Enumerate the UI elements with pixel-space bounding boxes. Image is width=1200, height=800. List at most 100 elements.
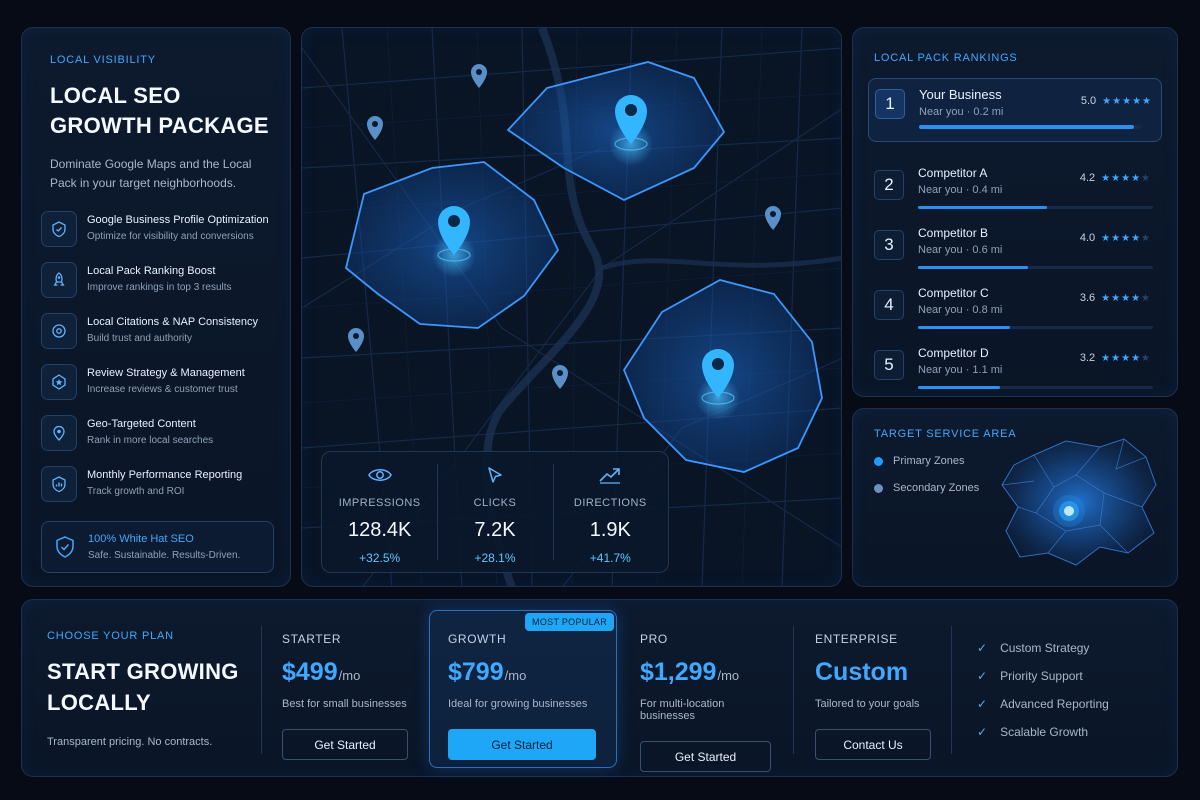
rank-number: 1: [875, 89, 905, 119]
feature-desc: Increase reviews & customer trust: [87, 384, 238, 395]
rating-value: 4.2: [1079, 172, 1096, 184]
plan-price: $499/mo: [282, 658, 408, 687]
service-area-panel: TARGET SERVICE AREA Primary Zones Second…: [852, 408, 1178, 587]
feature-item: Google Business Profile Optimization Opti…: [41, 211, 270, 262]
map-panel[interactable]: IMPRESSIONS 128.4K +32.5% CLICKS 7.2K +2…: [301, 27, 842, 587]
feature-title: Monthly Performance Reporting: [87, 469, 243, 481]
primary-zone-dot: [874, 456, 883, 466]
get-started-button[interactable]: Get Started: [640, 741, 771, 772]
feature-item: Monthly Performance Reporting Track growt…: [41, 466, 270, 517]
rank-rating: 3.6 ★★★★★: [1080, 292, 1151, 304]
checklist-label: Advanced Reporting: [1000, 697, 1109, 711]
rank-distance: Near you · 0.8 mi: [918, 304, 1003, 316]
rank-distance: Near you · 0.6 mi: [918, 244, 1003, 256]
checkmark-icon: ✓: [977, 669, 988, 683]
rank-bar-fill: [918, 386, 1001, 389]
feature-item: Local Pack Ranking Boost Improve rankings…: [41, 262, 270, 313]
ranking-row[interactable]: 3 Competitor B Near you · 0.6 mi 4.0 ★★★★★: [874, 220, 1161, 280]
map-pin-icon: [41, 415, 77, 451]
rank-bar: [918, 386, 1153, 389]
feature-title: Local Pack Ranking Boost: [87, 265, 216, 277]
divider: [261, 626, 262, 754]
plan-price: $799/mo: [448, 658, 596, 687]
checkmark-icon: ✓: [977, 697, 988, 711]
price-amount: $799: [448, 658, 504, 686]
feature-item: Local Citations & NAP Consistency Build t…: [41, 313, 270, 364]
service-area-map[interactable]: [996, 435, 1161, 570]
legend-label: Secondary Zones: [893, 482, 980, 494]
feature-title: Local Citations & NAP Consistency: [87, 316, 258, 328]
feature-title: Geo-Targeted Content: [87, 418, 196, 430]
pricing-intro: CHOOSE YOUR PLAN START GROWING LOCALLY T…: [47, 630, 257, 748]
pricing-title-line-1: START GROWING: [47, 659, 239, 684]
ranking-row[interactable]: 2 Competitor A Near you · 0.4 mi 4.2 ★★★★★: [874, 160, 1161, 220]
pricing-title-line-2: LOCALLY: [47, 690, 151, 715]
plan-desc: Tailored to your goals: [815, 698, 920, 710]
checklist-label: Scalable Growth: [1000, 725, 1089, 739]
divider: [951, 626, 952, 754]
stat-delta: +28.1%: [474, 551, 516, 565]
package-panel: LOCAL VISIBILITY LOCAL SEO GROWTH PACKAG…: [21, 27, 291, 587]
rank-bar-fill: [918, 266, 1029, 269]
feature-desc: Rank in more local searches: [87, 435, 214, 446]
rank-bar-fill: [918, 326, 1010, 329]
stat-value: 7.2K: [474, 519, 516, 541]
get-started-button[interactable]: Get Started: [448, 729, 596, 760]
feature-item: Review Strategy & Management Increase rev…: [41, 364, 270, 415]
ranking-row-your-business[interactable]: 1 Your Business Near you · 0.2 mi 5.0 ★★★★…: [868, 78, 1162, 142]
ranking-row[interactable]: 5 Competitor D Near you · 1.1 mi 3.2 ★★★★★: [874, 340, 1161, 400]
feature-title: Google Business Profile Optimization: [87, 214, 269, 226]
feature-desc: Optimize for visibility and conversions: [87, 231, 254, 242]
plan-name: STARTER: [282, 632, 342, 646]
star-rating-icon: ★★★★★: [1101, 232, 1151, 244]
stat-label: DIRECTIONS: [573, 497, 647, 509]
stat-impressions: IMPRESSIONS 128.4K +32.5%: [322, 452, 437, 572]
white-hat-desc: Safe. Sustainable. Results-Driven.: [88, 550, 241, 561]
rating-value: 3.6: [1079, 292, 1096, 304]
plan-desc: Best for small businesses: [282, 698, 407, 710]
rank-bar: [918, 266, 1153, 269]
divider: [793, 626, 794, 754]
plan-starter: STARTER $499/mo Best for small businesse…: [282, 620, 408, 760]
pricing-panel: CHOOSE YOUR PLAN START GROWING LOCALLY T…: [21, 599, 1178, 777]
checkmark-icon: ✓: [977, 641, 988, 655]
rank-rating: 3.2 ★★★★★: [1080, 352, 1151, 364]
rank-distance: Near you · 1.1 mi: [918, 364, 1003, 376]
feature-list: Google Business Profile Optimization Opti…: [41, 211, 270, 517]
contact-us-button[interactable]: Contact Us: [815, 729, 931, 760]
eye-icon: [367, 469, 392, 481]
pricing-note: Transparent pricing. No contracts.: [47, 736, 213, 748]
package-title: LOCAL SEO GROWTH PACKAGE: [50, 81, 270, 141]
feature-desc: Track growth and ROI: [87, 486, 185, 497]
plan-price: Custom: [815, 658, 931, 687]
stat-value: 128.4K: [347, 519, 412, 541]
price-amount: Custom: [815, 658, 909, 686]
plan-desc: Ideal for growing businesses: [448, 698, 588, 710]
rating-value: 4.0: [1079, 232, 1096, 244]
get-started-button[interactable]: Get Started: [282, 729, 408, 760]
stats-card: IMPRESSIONS 128.4K +32.5% CLICKS 7.2K +2…: [321, 451, 669, 573]
rank-number: 5: [874, 350, 904, 380]
price-period: /mo: [338, 668, 361, 683]
shield-badge-icon: [41, 211, 77, 247]
ranking-row[interactable]: 4 Competitor C Near you · 0.8 mi 3.6 ★★★★★: [874, 280, 1161, 340]
location-pin-icon: [41, 313, 77, 349]
rating-value: 5.0: [1080, 95, 1097, 107]
secondary-zone-dot: [874, 483, 883, 493]
package-eyebrow: LOCAL VISIBILITY: [50, 54, 156, 66]
pricing-title: START GROWING LOCALLY: [47, 656, 257, 718]
rank-distance: Near you · 0.4 mi: [918, 184, 1003, 196]
package-subtitle-line-2: Pack in your target neighborhoods.: [50, 176, 237, 190]
checklist-item: ✓ Advanced Reporting: [977, 690, 1109, 718]
plan-growth: GROWTH $799/mo Ideal for growing busines…: [448, 620, 596, 760]
rank-bar-fill: [918, 206, 1048, 209]
rank-number: 4: [874, 290, 904, 320]
price-amount: $499: [282, 658, 338, 686]
plan-name: PRO: [640, 632, 668, 646]
rank-bar: [919, 125, 1141, 129]
rank-bar-fill: [919, 125, 1135, 129]
feature-item: Geo-Targeted Content Rank in more local s…: [41, 415, 270, 466]
star-rating-icon: ★★★★★: [1101, 352, 1151, 364]
star-rating-icon: ★★★★★: [1102, 95, 1152, 107]
feature-desc: Build trust and authority: [87, 333, 193, 344]
